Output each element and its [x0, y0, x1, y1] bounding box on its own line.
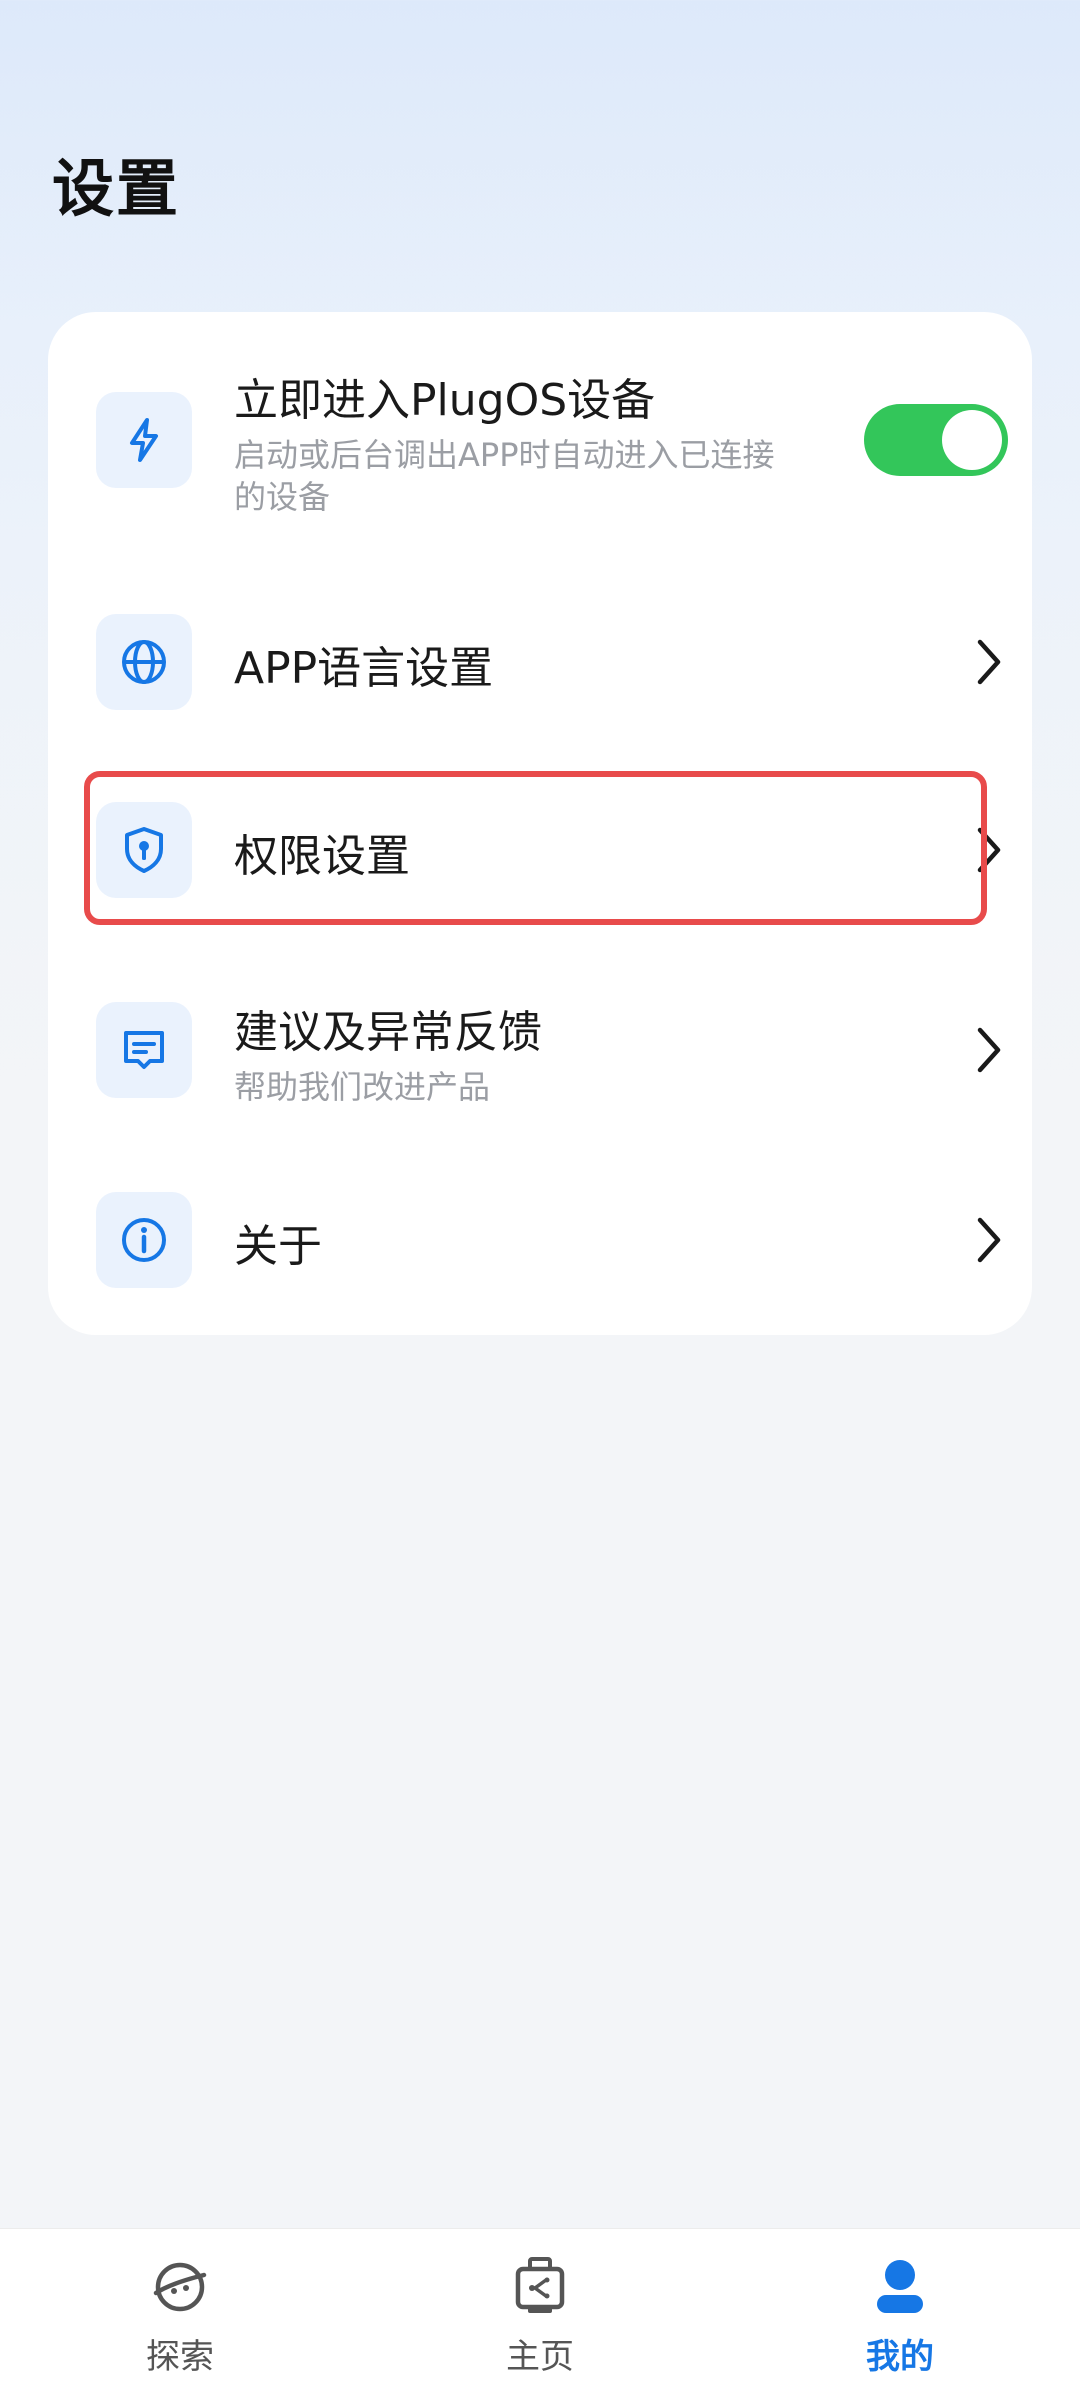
tab-mine[interactable]: 我的: [720, 2229, 1080, 2401]
chevron-right-icon: [977, 1217, 1001, 1263]
setting-feedback-subtitle: 帮助我们改进产品: [234, 1068, 491, 1106]
permissions-highlight-box: [84, 771, 987, 925]
info-icon: [96, 1192, 192, 1288]
setting-language-title: APP语言设置: [234, 643, 494, 694]
setting-about-title: 关于: [234, 1221, 322, 1272]
tab-explore[interactable]: 探索: [0, 2229, 360, 2401]
tab-mine-label: 我的: [866, 2337, 934, 2377]
message-icon: [96, 1002, 192, 1098]
setting-about[interactable]: 关于: [48, 1172, 1032, 1312]
setting-language[interactable]: APP语言设置: [48, 592, 1032, 732]
setting-auto-enter-title: 立即进入PlugOS设备: [234, 375, 656, 426]
setting-auto-enter: 立即进入PlugOS设备 启动或后台调出APP时自动进入已连接的设备: [48, 312, 1032, 516]
setting-feedback-title: 建议及异常反馈: [234, 1007, 542, 1058]
person-icon: [877, 2260, 923, 2313]
chevron-right-icon: [977, 639, 1001, 685]
tab-home-label: 主页: [506, 2337, 574, 2377]
setting-auto-enter-subtitle: 启动或后台调出APP时自动进入已连接的设备: [234, 436, 775, 516]
bottom-tab-bar: 探索 主页 我的: [0, 2228, 1080, 2401]
page-title: 设置: [52, 152, 181, 225]
tab-explore-label: 探索: [146, 2337, 214, 2377]
setting-feedback[interactable]: 建议及异常反馈 帮助我们改进产品: [48, 962, 1032, 1142]
chevron-right-icon: [977, 1027, 1001, 1073]
device-icon: [515, 2257, 565, 2313]
planet-icon: [153, 2262, 207, 2312]
globe-icon: [96, 614, 192, 710]
lightning-icon: [96, 392, 192, 488]
tab-home[interactable]: 主页: [360, 2229, 720, 2401]
toggle-knob: [942, 410, 1002, 470]
auto-enter-toggle[interactable]: [864, 404, 1008, 476]
